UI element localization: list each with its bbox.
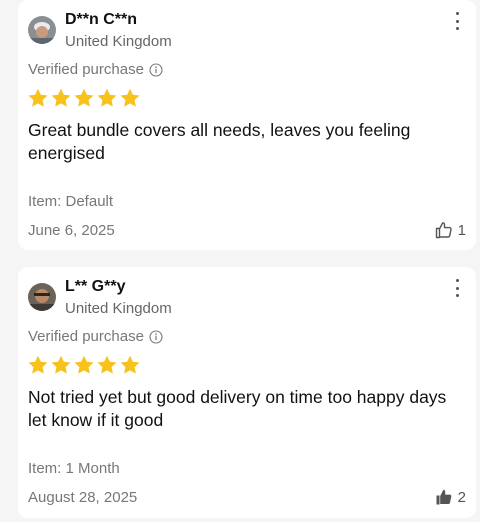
star-icon — [28, 88, 48, 107]
info-icon[interactable] — [149, 329, 163, 344]
helpful-count: 1 — [457, 221, 466, 239]
review-card: D**n C**n United Kingdom Verified purcha… — [18, 0, 476, 250]
star-icon — [97, 88, 117, 107]
more-options-icon[interactable] — [450, 279, 464, 297]
star-icon — [28, 355, 48, 374]
review-text: Great bundle covers all needs, leaves yo… — [28, 120, 411, 163]
star-rating — [27, 354, 141, 376]
star-icon — [120, 88, 140, 107]
star-icon — [120, 355, 140, 374]
helpful-button[interactable]: 1 — [434, 220, 466, 240]
verified-purchase-label: Verified purchase — [28, 328, 144, 345]
purchased-item: Item: Default — [28, 193, 114, 210]
avatar — [28, 16, 56, 44]
thumbs-up-icon — [436, 489, 451, 505]
thumbs-up-icon — [435, 222, 452, 239]
more-options-icon[interactable] — [450, 12, 464, 30]
reviewer-country: United Kingdom — [65, 33, 172, 50]
review-date: June 6, 2025 — [28, 222, 115, 239]
verified-purchase: Verified purchase — [28, 61, 163, 78]
star-icon — [51, 355, 71, 374]
review-date: August 28, 2025 — [28, 489, 138, 506]
avatar — [28, 283, 56, 311]
info-icon[interactable] — [149, 62, 163, 77]
review-text: Not tried yet but good delivery on time … — [28, 387, 447, 430]
reviewer-country: United Kingdom — [65, 300, 172, 317]
purchased-item: Item: 1 Month — [28, 460, 120, 477]
star-icon — [97, 355, 117, 374]
verified-purchase-label: Verified purchase — [28, 61, 144, 78]
verified-purchase: Verified purchase — [28, 328, 163, 345]
helpful-button[interactable]: 2 — [434, 487, 466, 507]
helpful-count: 2 — [457, 488, 466, 506]
reviewer-name: L** G**y — [65, 278, 126, 295]
star-icon — [74, 355, 94, 374]
reviewer-name: D**n C**n — [65, 11, 138, 28]
review-card: L** G**y United Kingdom Verified purchas… — [18, 267, 476, 518]
star-icon — [74, 88, 94, 107]
star-icon — [51, 88, 71, 107]
star-rating — [27, 87, 141, 109]
